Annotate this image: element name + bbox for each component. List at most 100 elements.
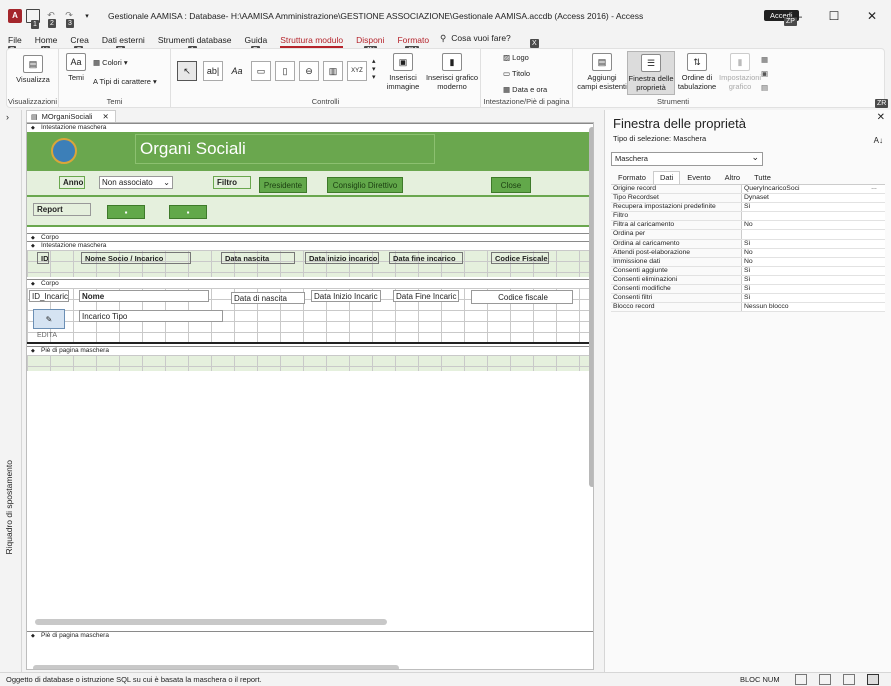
insert-image-button[interactable]: ▣ Inserisci immagine <box>383 53 423 91</box>
option-group-icon[interactable]: XYZ <box>347 61 367 81</box>
builder-icon[interactable]: … <box>871 185 877 191</box>
close-button[interactable]: Close <box>491 177 531 193</box>
insert-chart-button[interactable]: ▮ Inserisci grafico moderno <box>425 53 479 91</box>
preview-report-button[interactable]: ▪ <box>169 205 207 219</box>
view-button[interactable]: ▤ Visualizza <box>13 55 53 84</box>
form-design-surface[interactable]: Intestazione maschera Organi Sociali Ann… <box>26 122 594 670</box>
ptab-tutte[interactable]: Tutte <box>747 171 778 184</box>
tab-order-button[interactable]: ⇅ Ordine di tabulazione <box>677 53 717 91</box>
header-data-nascita[interactable]: Data nascita <box>221 252 295 264</box>
tab-formato[interactable]: FormatoJM <box>397 35 429 55</box>
field-incarico-tipo[interactable]: Incarico Tipo <box>79 310 223 322</box>
anno-combo[interactable]: Non associato ⌄ <box>99 176 173 189</box>
property-row[interactable]: Tipo Recordset Dynaset <box>611 194 885 204</box>
header-nome-socio[interactable]: Nome Socio / Incarico <box>81 252 191 264</box>
tab-home[interactable]: HomeH <box>35 35 57 55</box>
title-button[interactable]: ▭ Titolo <box>503 69 530 78</box>
consiglio-direttivo-button[interactable]: Consiglio Direttivo <box>327 177 403 193</box>
add-existing-fields-button[interactable]: ▤ Aggiungi campi esistenti <box>577 53 627 91</box>
form-title-label[interactable]: Organi Sociali <box>135 134 435 164</box>
form-view-icon[interactable] <box>795 674 807 685</box>
navigation-control-icon[interactable]: ▥ <box>323 61 343 81</box>
field-nome[interactable]: Nome <box>79 290 209 302</box>
tab-disponi[interactable]: DisponiJN <box>356 35 384 55</box>
save-icon[interactable]: 1 <box>26 8 40 29</box>
tab-strumenti-database[interactable]: Strumenti databaseA <box>158 35 232 55</box>
expand-nav-icon[interactable]: › <box>6 112 9 122</box>
layout-view-icon[interactable] <box>819 674 831 685</box>
tab-file[interactable]: FileF <box>8 35 22 55</box>
header-codice-fiscale[interactable]: Codice Fiscale <box>491 252 549 264</box>
property-row[interactable]: Consenti modifiche Sì <box>611 285 885 295</box>
anno-label[interactable]: Anno <box>59 176 85 189</box>
select-pointer-icon[interactable]: ↖ <box>177 61 197 81</box>
design-view-icon[interactable] <box>867 674 879 685</box>
tab-control-icon[interactable]: ▯ <box>275 61 295 81</box>
property-row[interactable]: Ordina per <box>611 230 885 240</box>
colors-button[interactable]: ▦ Colori ▾ <box>93 58 128 67</box>
undo-icon[interactable]: ↶ 2 <box>44 9 58 28</box>
field-data-nascita[interactable]: Data di nascita <box>231 292 305 304</box>
ptab-dati[interactable]: Dati <box>652 171 681 184</box>
ptab-evento[interactable]: Evento <box>680 171 717 184</box>
property-row[interactable]: Attendi post-elaborazione No <box>611 248 885 258</box>
navigation-pane[interactable]: › Riquadro di spostamento <box>0 110 22 672</box>
print-report-button[interactable]: ▪ <box>107 205 145 219</box>
datasheet-view-icon[interactable] <box>843 674 855 685</box>
property-row[interactable]: Filtra al caricamento No <box>611 221 885 231</box>
property-row[interactable]: Consenti filtri Sì <box>611 294 885 304</box>
presidente-button[interactable]: Presidente <box>259 177 307 193</box>
field-data-fine[interactable]: Data Fine Incaric <box>393 290 459 302</box>
property-row[interactable]: Consenti aggiunte Sì <box>611 266 885 276</box>
property-row[interactable]: Recupera impostazioni predefinite Sì <box>611 203 885 213</box>
controls-more-icon[interactable]: ▴ ▾ ▾ <box>372 57 376 81</box>
subform-horizontal-scrollbar[interactable] <box>35 619 387 625</box>
redo-icon[interactable]: ↷ 3 <box>62 9 76 28</box>
close-icon[interactable]: ✕ <box>853 9 891 23</box>
tab-crea[interactable]: CreaC <box>70 35 89 55</box>
subform-section-header[interactable]: Intestazione maschera <box>27 241 593 250</box>
sort-icon[interactable]: A↓ <box>874 136 883 145</box>
object-selector[interactable]: Maschera <box>611 151 763 166</box>
field-data-inizio[interactable]: Data Inizio Incaric <box>311 290 381 302</box>
section-detail-bar[interactable]: Corpo <box>27 233 593 242</box>
header-id[interactable]: ID <box>37 252 49 264</box>
hyperlink-control-icon[interactable]: ⊖ <box>299 61 319 81</box>
property-sheet-button[interactable]: ☰ Finestra delle proprietà <box>627 51 675 95</box>
tab-dati-esterni[interactable]: Dati esterniR <box>102 35 145 55</box>
filtro-label[interactable]: Filtro <box>213 176 251 189</box>
subform-footer-bar[interactable]: Piè di pagina maschera <box>27 346 593 355</box>
tab-guida[interactable]: GuidaG <box>245 35 267 55</box>
section-footer-bar[interactable]: Piè di pagina maschera <box>27 631 593 640</box>
themes-button[interactable]: Aa Temi <box>63 53 89 82</box>
close-property-sheet-icon[interactable]: ✕ <box>877 112 885 123</box>
property-row[interactable]: Ordina al caricamento Sì <box>611 239 885 249</box>
property-row[interactable]: Origine record QueryIncaricoSoci <box>611 185 885 195</box>
maximize-icon[interactable]: ☐ <box>815 9 853 23</box>
form-horizontal-scrollbar[interactable] <box>33 665 399 669</box>
date-time-button[interactable]: ▦ Data e ora <box>503 85 547 94</box>
header-data-fine[interactable]: Data fine incarico <box>389 252 463 264</box>
logo-image[interactable] <box>51 138 77 164</box>
subform-detail-bar[interactable]: Corpo <box>27 279 593 288</box>
label-control-icon[interactable]: Aa <box>227 61 247 81</box>
logo-button[interactable]: ▨ Logo <box>503 53 529 62</box>
property-row[interactable]: Immissione dati No <box>611 257 885 267</box>
property-row[interactable]: Blocco record Nessun blocco <box>611 303 885 313</box>
property-row[interactable]: Filtro <box>611 212 885 222</box>
chart-settings-button[interactable]: ▮ Impostazioni grafico <box>719 53 761 91</box>
document-tab-morganisociali[interactable]: ▤ MOrganiSociali ✕ <box>26 110 116 122</box>
property-row[interactable]: Consenti eliminazioni Sì <box>611 275 885 286</box>
tell-me-search[interactable]: Cosa vuoi fare?X <box>440 33 539 48</box>
customize-qat-icon[interactable]: ▾ <box>80 9 94 23</box>
section-header-bar[interactable]: Intestazione maschera <box>27 123 593 132</box>
field-id-incarico[interactable]: ID_Incaric <box>29 290 69 302</box>
ptab-altro[interactable]: Altro <box>718 171 747 184</box>
header-data-inizio[interactable]: Data inizio incarico <box>305 252 379 264</box>
field-codice-fiscale[interactable]: Codice fiscale <box>471 290 573 304</box>
close-tab-icon[interactable]: ✕ <box>102 112 108 121</box>
minimize-icon[interactable]: — <box>777 9 815 23</box>
button-control-icon[interactable]: ▭ <box>251 61 271 81</box>
fonts-button[interactable]: A Tipi di carattere ▾ <box>93 77 157 86</box>
subform-vertical-scrollbar[interactable] <box>589 127 593 487</box>
